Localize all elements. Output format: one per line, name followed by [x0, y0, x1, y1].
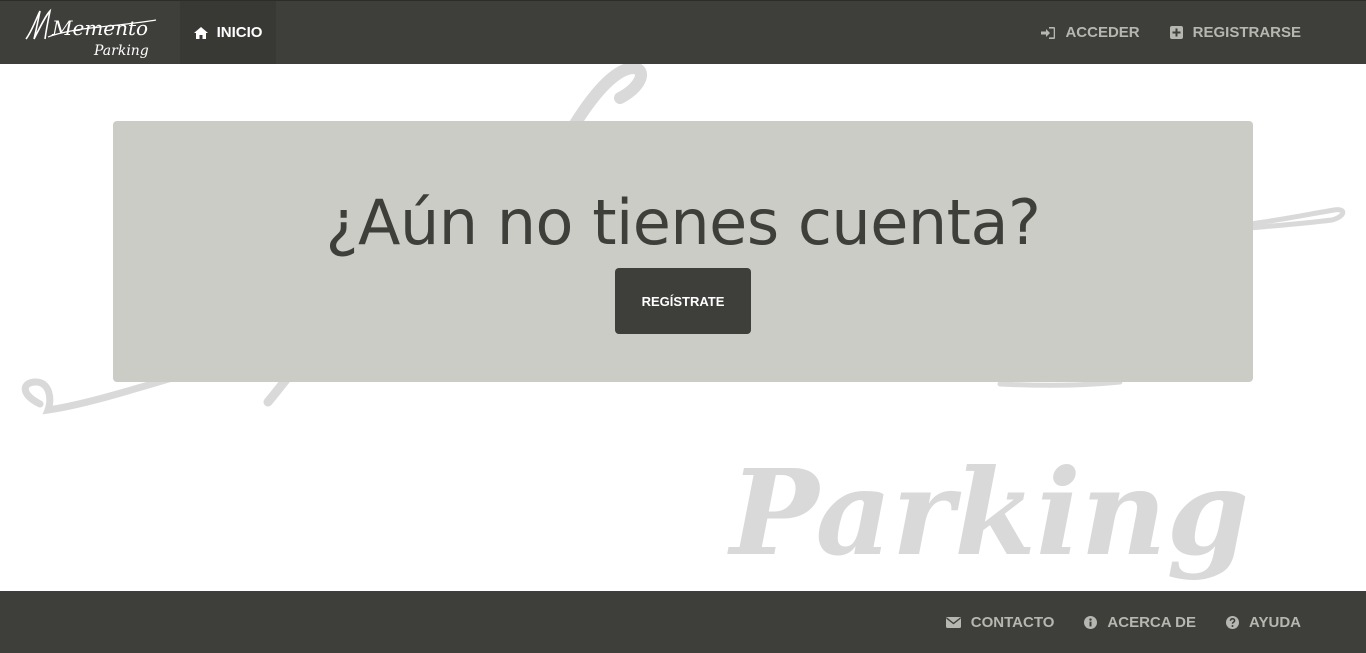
- footer-contact-label: CONTACTO: [970, 613, 1055, 631]
- brand-logo[interactable]: Memento Parking: [18, 3, 163, 61]
- question-circle-icon: [1226, 615, 1240, 629]
- info-circle-icon: [1084, 615, 1098, 629]
- footer-help-link[interactable]: AYUDA: [1226, 614, 1301, 631]
- register-button[interactable]: REGÍSTRATE: [615, 268, 751, 334]
- footer-links: CONTACTO ACERCA DE AYUDA: [945, 591, 1301, 653]
- signup-hero-panel: ¿Aún no tienes cuenta? REGÍSTRATE: [113, 121, 1253, 382]
- memento-parking-logo: Memento Parking: [25, 8, 157, 59]
- nav-register-label: REGISTRARSE: [1192, 24, 1301, 41]
- envelope-icon: [945, 616, 961, 628]
- hero-title: ¿Aún no tienes cuenta?: [325, 186, 1041, 259]
- top-navbar: Memento Parking INICIO ACCEDER REGISTRAR…: [0, 0, 1366, 64]
- footer-contact-link[interactable]: CONTACTO: [945, 613, 1055, 631]
- nav-right-links: ACCEDER REGISTRARSE: [1041, 1, 1301, 64]
- home-icon: [193, 26, 208, 39]
- nav-home[interactable]: INICIO: [180, 1, 276, 64]
- svg-text:Parking: Parking: [727, 443, 1249, 582]
- nav-register-link[interactable]: REGISTRARSE: [1169, 24, 1301, 41]
- footer-about-link[interactable]: ACERCA DE: [1084, 614, 1196, 631]
- nav-home-label: INICIO: [216, 24, 263, 41]
- footer-help-label: AYUDA: [1249, 613, 1301, 631]
- sign-in-icon: [1041, 26, 1056, 39]
- svg-text:Memento: Memento: [51, 16, 148, 40]
- plus-square-icon: [1169, 26, 1183, 39]
- footer-about-label: ACERCA DE: [1107, 613, 1197, 631]
- nav-login-label: ACCEDER: [1065, 24, 1140, 41]
- footer-bar: CONTACTO ACERCA DE AYUDA: [0, 591, 1366, 653]
- nav-login-link[interactable]: ACCEDER: [1041, 24, 1140, 41]
- svg-text:Parking: Parking: [93, 43, 149, 59]
